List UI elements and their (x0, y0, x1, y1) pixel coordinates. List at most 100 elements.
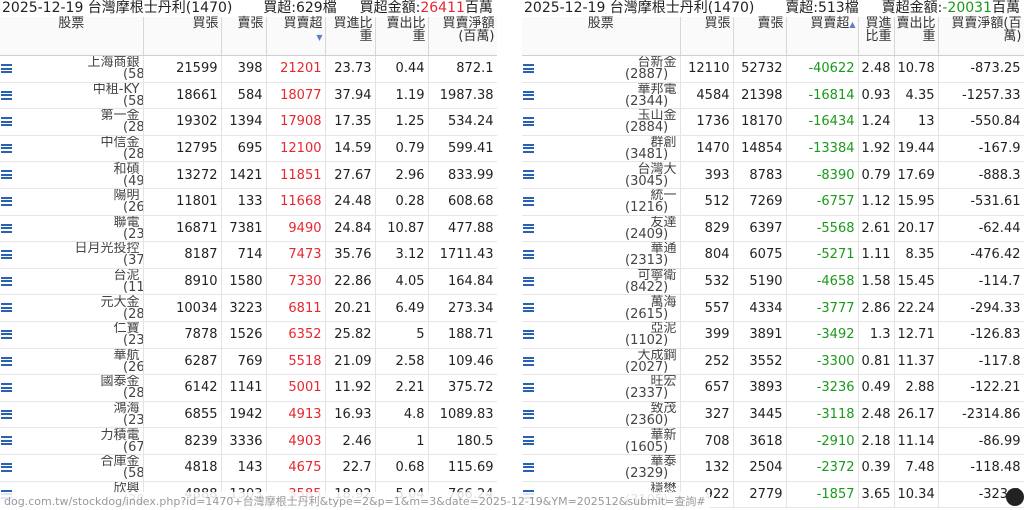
stock-name-link[interactable]: 上海商銀 (3, 56, 139, 69)
list-icon[interactable] (1, 436, 12, 446)
column-header-net-amount[interactable]: 買賣淨額(百萬) (428, 17, 497, 56)
list-icon[interactable] (523, 462, 534, 472)
stock-cell[interactable]: 群創 (3481) (522, 135, 681, 163)
list-icon[interactable] (523, 250, 534, 260)
list-icon[interactable] (1, 303, 12, 313)
stock-cell[interactable]: 統一 (1216) (522, 188, 681, 216)
list-icon[interactable] (523, 223, 534, 233)
stock-cell[interactable]: 仁寶(2324) (0, 321, 144, 349)
sell-lots: 7381 (221, 215, 267, 243)
stock-name-link[interactable]: 國泰金 (3, 375, 139, 388)
list-icon[interactable] (523, 117, 534, 127)
column-header-sell-ratio[interactable]: 賣出比重 (375, 17, 429, 56)
buy-over-panel: 2025-12-19 台灣摩根士丹利(1470) 買超:629檔 買超金額:26… (0, 0, 497, 508)
stock-name-link[interactable]: 力積電 (3, 429, 139, 442)
stock-name-link[interactable]: 華航 (3, 349, 139, 362)
column-header-buy-ratio[interactable]: 買進比重 (325, 17, 376, 56)
list-icon[interactable] (523, 409, 534, 419)
list-icon[interactable] (523, 64, 534, 73)
stock-cell[interactable]: 華新 (1605) (522, 427, 681, 455)
list-icon[interactable] (523, 196, 534, 206)
stock-cell[interactable]: 華通 (2313) (522, 241, 681, 269)
list-icon[interactable] (523, 143, 534, 153)
stock-cell[interactable]: 友達 (2409) (522, 215, 681, 243)
stock-name-link[interactable]: 仁寶 (3, 322, 139, 335)
stock-name-link[interactable]: 中信金 (3, 136, 139, 149)
stock-name-link[interactable]: 日月光投控 (3, 242, 139, 255)
stock-cell[interactable]: 致茂 (2360) (522, 401, 681, 429)
column-header-net[interactable]: 買賣超▲ (786, 17, 859, 56)
list-icon[interactable] (1, 250, 12, 260)
stock-cell[interactable]: 國泰金(2882) (0, 374, 144, 402)
stock-cell[interactable]: 台泥(1101) (0, 268, 144, 296)
stock-cell[interactable]: 華泰 (2329) (522, 454, 681, 482)
stock-cell[interactable]: 日月光投控(3711) (0, 241, 144, 269)
stock-cell[interactable]: 大成鋼 (2027) (522, 348, 681, 376)
stock-cell[interactable]: 和碩(4938) (0, 161, 144, 189)
list-icon[interactable] (1, 356, 12, 366)
list-icon[interactable] (523, 170, 534, 180)
column-header-sell-ratio[interactable]: 賣出比重 (894, 17, 939, 56)
stock-cell[interactable]: 聯電(2303) (0, 215, 144, 243)
column-header-stock[interactable]: 股票 (0, 17, 144, 56)
column-header-sell[interactable]: 賣張 (221, 17, 267, 56)
list-icon[interactable] (523, 383, 534, 393)
stock-cell[interactable]: 力積電(6770) (0, 427, 144, 455)
stock-name-link[interactable]: 陽明 (3, 189, 139, 202)
stock-cell[interactable]: 元大金(2885) (0, 294, 144, 322)
list-icon[interactable] (1, 117, 12, 127)
column-header-buy[interactable]: 買張 (680, 17, 734, 56)
stock-name-link[interactable]: 和碩 (3, 163, 139, 176)
stock-code: (3481) (625, 147, 669, 162)
stock-cell[interactable]: 可寧衛 (8422) (522, 268, 681, 296)
list-icon[interactable] (1, 462, 12, 472)
list-icon[interactable] (1, 143, 12, 153)
list-icon[interactable] (1, 196, 12, 206)
stock-cell[interactable]: 中租-KY(5871) (0, 82, 144, 110)
stock-name-link[interactable]: 中租-KY (3, 83, 140, 96)
column-header-net-amount[interactable]: 買賣淨額(百萬) (938, 17, 1024, 56)
list-icon[interactable] (523, 436, 534, 446)
list-icon[interactable] (1, 276, 12, 286)
column-header-buy[interactable]: 買張 (143, 17, 222, 56)
stock-name-link[interactable]: 第一金 (3, 109, 139, 122)
stock-cell[interactable]: 台新金 (2887) (522, 55, 681, 83)
stock-cell[interactable]: 台灣大 (3045) (522, 161, 681, 189)
stock-cell[interactable]: 旺宏 (2337) (522, 374, 681, 402)
stock-name-link[interactable]: 元大金 (3, 296, 139, 309)
list-icon[interactable] (1, 64, 12, 73)
list-icon[interactable] (523, 329, 534, 339)
sell-lots: 398 (221, 55, 267, 83)
stock-cell[interactable]: 鴻海(2317) (0, 401, 144, 429)
stock-cell[interactable]: 萬海 (2615) (522, 294, 681, 322)
list-icon[interactable] (1, 383, 12, 393)
sell-lots: 3893 (733, 374, 787, 402)
stock-cell[interactable]: 合庫金(5880) (0, 454, 144, 482)
column-header-buy-ratio[interactable]: 買進比重 (858, 17, 895, 56)
stock-cell[interactable]: 玉山金 (2884) (522, 108, 681, 136)
stock-name-link[interactable]: 鴻海 (3, 402, 139, 415)
stock-code: (2892) (123, 120, 143, 136)
stock-cell[interactable]: 陽明(2609) (0, 188, 144, 216)
list-icon[interactable] (523, 303, 534, 313)
stock-name-link[interactable]: 聯電 (3, 216, 139, 229)
list-icon[interactable] (1, 329, 12, 339)
stock-cell[interactable]: 第一金(2892) (0, 108, 144, 136)
column-header-stock[interactable]: 股票 (522, 17, 681, 56)
list-icon[interactable] (1, 223, 12, 233)
list-icon[interactable] (523, 90, 534, 100)
stock-cell[interactable]: 華邦電 (2344) (522, 82, 681, 110)
list-icon[interactable] (1, 409, 12, 419)
column-header-net[interactable]: 買賣超 ▼ (266, 17, 326, 56)
stock-name-link[interactable]: 合庫金 (3, 455, 139, 468)
stock-cell[interactable]: 亞泥 (1102) (522, 321, 681, 349)
list-icon[interactable] (1, 90, 12, 100)
list-icon[interactable] (1, 170, 12, 180)
column-header-sell[interactable]: 賣張 (733, 17, 787, 56)
stock-name-link[interactable]: 台泥 (3, 269, 139, 282)
stock-cell[interactable]: 華航(2610) (0, 348, 144, 376)
list-icon[interactable] (523, 356, 534, 366)
stock-cell[interactable]: 上海商銀(5876) (0, 55, 144, 83)
list-icon[interactable] (523, 276, 534, 286)
stock-cell[interactable]: 中信金(2891) (0, 135, 144, 163)
